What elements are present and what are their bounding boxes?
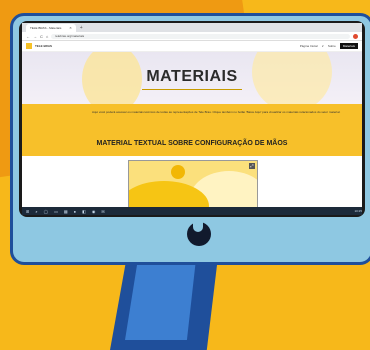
taskbar: ⊞ ⌕ ◯ ▭ ▦ ● ◧ ◉ ✉ 10:25 <box>22 207 362 215</box>
new-tab-button[interactable]: + <box>80 25 83 31</box>
back-icon[interactable]: ← <box>26 34 30 39</box>
intro-section: Aqui você poderá acessar os materiais té… <box>22 104 362 132</box>
app-icon[interactable]: ◉ <box>92 209 96 214</box>
menu-dropdown-icon[interactable]: ∨ <box>322 44 324 48</box>
folder-icon[interactable]: ◧ <box>82 209 86 214</box>
chrome-icon[interactable]: ● <box>74 209 76 214</box>
mail-icon[interactable]: ✉ <box>101 209 104 214</box>
store-icon[interactable]: ▦ <box>64 209 68 214</box>
intro-text: Aqui você poderá acessar os materiais té… <box>92 110 341 114</box>
extension-icon[interactable] <box>353 33 358 39</box>
start-icon[interactable]: ⊞ <box>26 209 29 214</box>
browser-screen: TELE BRAS - Materiais × + ← → C ⌂ telebr… <box>22 23 362 215</box>
menu-item-about[interactable]: Sobre <box>328 44 336 48</box>
browser-tab[interactable]: TELE BRAS - Materiais × <box>26 23 76 32</box>
site-menu: Página Inicial ∨ Sobre Materiais <box>300 43 358 49</box>
monitor-logo-icon <box>187 221 211 246</box>
cortana-icon[interactable]: ◯ <box>44 209 48 214</box>
page-title: MATERIAIS <box>146 68 238 85</box>
taskbar-clock: 10:25 <box>354 209 362 213</box>
tab-bar: TELE BRAS - Materiais × + <box>22 23 362 32</box>
sun-icon <box>171 165 185 179</box>
site-logo-text[interactable]: TELE BRAS <box>35 44 52 48</box>
tab-title: TELE BRAS - Materiais <box>30 25 62 30</box>
title-underline <box>142 89 242 90</box>
url-input[interactable]: telebras.org/materiais <box>51 33 350 39</box>
task-view-icon[interactable]: ▭ <box>54 209 58 214</box>
site-logo-icon[interactable] <box>26 43 32 49</box>
menu-materials-button[interactable]: Materiais <box>339 43 358 49</box>
reload-icon[interactable]: C <box>40 34 43 39</box>
address-bar: ← → C ⌂ telebras.org/materiais <box>22 32 362 41</box>
forward-icon[interactable]: → <box>33 34 37 39</box>
monitor-bezel: TELE BRAS - Materiais × + ← → C ⌂ telebr… <box>19 21 365 217</box>
menu-item-home[interactable]: Página Inicial <box>300 44 318 48</box>
close-icon[interactable]: × <box>69 24 71 32</box>
monitor-frame: TELE BRAS - Materiais × + ← → C ⌂ telebr… <box>10 13 370 265</box>
section-header: MATERIAL TEXTUAL SOBRE CONFIGURAÇÃO DE M… <box>22 132 362 156</box>
expand-icon[interactable]: ⤢ <box>249 163 255 169</box>
section-title: MATERIAL TEXTUAL SOBRE CONFIGURAÇÃO DE M… <box>96 140 288 147</box>
search-icon[interactable]: ⌕ <box>35 209 37 214</box>
home-icon[interactable]: ⌂ <box>46 34 48 39</box>
hero-banner: MATERIAIS <box>22 52 362 104</box>
site-header: TELE BRAS Página Inicial ∨ Sobre Materia… <box>22 41 362 52</box>
